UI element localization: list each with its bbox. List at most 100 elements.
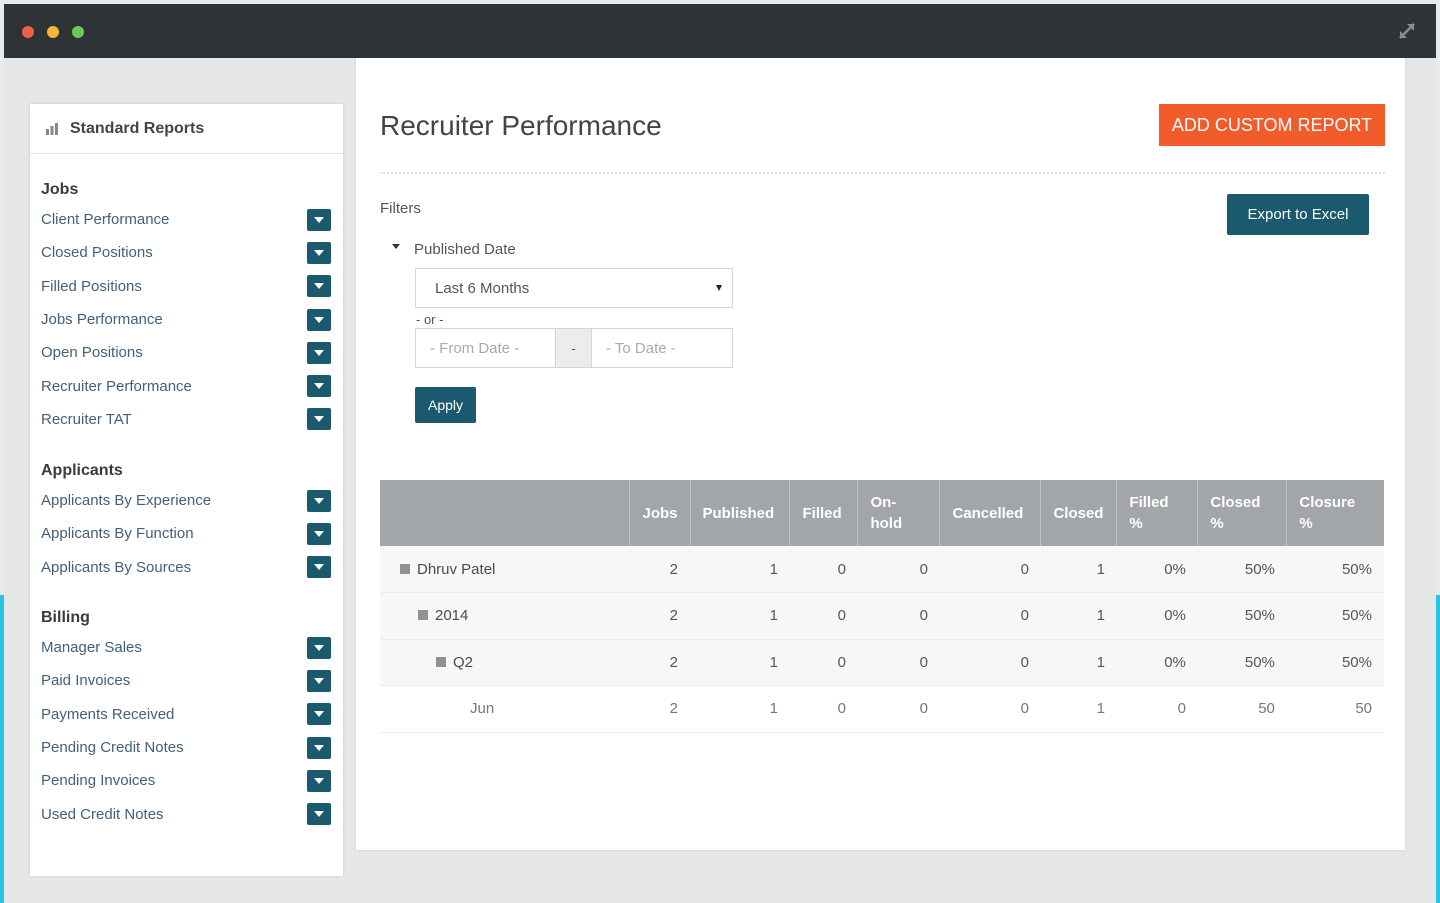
sidebar-item-label[interactable]: Pending Invoices — [41, 772, 155, 789]
table-cell: 1 — [1040, 592, 1117, 640]
table-cell: 1 — [1040, 546, 1117, 593]
header-divider — [380, 172, 1385, 174]
collapse-icon[interactable] — [436, 656, 446, 667]
table-cell: 50 — [1197, 685, 1287, 733]
sidebar-item-label[interactable]: Used Credit Notes — [41, 806, 164, 823]
table-cell: 0 — [857, 639, 940, 686]
expand-report-button[interactable] — [307, 208, 331, 231]
expand-report-button[interactable] — [307, 669, 331, 692]
chevron-down-icon — [314, 416, 324, 423]
expand-report-button[interactable] — [307, 736, 331, 759]
sidebar-item-label[interactable]: Manager Sales — [41, 639, 142, 656]
expand-report-button[interactable] — [307, 241, 331, 264]
report-table: Jobs Published Filled On-hold Cancelled Close… — [380, 480, 1384, 733]
table-cell: 0% — [1116, 592, 1198, 640]
chevron-down-icon — [314, 530, 324, 537]
table-cell: 0 — [857, 592, 940, 640]
sidebar-item-label[interactable]: Jobs Performance — [41, 311, 163, 328]
column-header[interactable]: Closure % — [1286, 480, 1384, 546]
sidebar-item-label[interactable]: Recruiter Performance — [41, 378, 192, 395]
sidebar-item-label[interactable]: Pending Credit Notes — [41, 739, 184, 756]
from-date-field[interactable]: - From Date - — [415, 328, 556, 368]
sidebar-item[interactable]: Applicants By Function — [30, 517, 343, 550]
sidebar-item[interactable]: Open Positions — [30, 336, 343, 369]
row-name-cell[interactable]: Dhruv Patel — [380, 546, 630, 593]
table-cell: 50% — [1197, 592, 1287, 640]
table-cell: 0 — [939, 685, 1041, 733]
expand-report-button[interactable] — [307, 769, 331, 792]
row-name-cell[interactable]: Q2 — [380, 639, 630, 686]
table-cell: 1 — [690, 546, 790, 593]
column-header[interactable]: Jobs — [629, 480, 691, 546]
sidebar-item[interactable]: Applicants By Experience — [30, 484, 343, 517]
sidebar-item-label[interactable]: Payments Received — [41, 706, 174, 723]
column-header[interactable]: Published — [690, 480, 791, 546]
table-cell: 50% — [1197, 546, 1287, 593]
table-cell: 2 — [629, 685, 690, 733]
expand-report-button[interactable] — [307, 408, 331, 431]
sidebar-item[interactable]: Recruiter Performance — [30, 369, 343, 402]
close-window-button[interactable] — [22, 26, 34, 38]
sidebar-item-label[interactable]: Open Positions — [41, 344, 143, 361]
sidebar-item[interactable]: Jobs Performance — [30, 303, 343, 336]
column-header[interactable]: Filled — [789, 480, 859, 546]
sidebar-item-label[interactable]: Applicants By Experience — [41, 492, 211, 509]
expand-report-button[interactable] — [307, 522, 331, 545]
column-header[interactable]: Closed — [1040, 480, 1118, 546]
sidebar-item[interactable]: Payments Received — [30, 698, 343, 731]
column-header[interactable]: Cancelled — [939, 480, 1042, 546]
sidebar-group-title: Applicants — [41, 462, 123, 479]
expand-report-button[interactable] — [307, 803, 331, 826]
column-header[interactable]: Filled % — [1116, 480, 1199, 546]
expand-report-button[interactable] — [307, 703, 331, 726]
sidebar-item[interactable]: Pending Credit Notes — [30, 731, 343, 764]
maximize-window-button[interactable] — [72, 26, 84, 38]
expand-report-button[interactable] — [307, 489, 331, 512]
sidebar-item[interactable]: Pending Invoices — [30, 764, 343, 797]
chevron-down-icon — [314, 316, 324, 323]
standard-reports-sidebar: Standard Reports Jobs Client Performance C… — [30, 104, 343, 876]
collapse-caret-icon[interactable] — [392, 244, 400, 249]
minimize-window-button[interactable] — [47, 26, 59, 38]
export-to-excel-button[interactable]: Export to Excel — [1227, 194, 1369, 235]
period-select[interactable]: Last 6 Months — [415, 268, 733, 308]
expand-report-button[interactable] — [307, 636, 331, 659]
bar-chart-icon — [46, 122, 58, 135]
collapse-icon[interactable] — [418, 610, 428, 621]
sidebar-item[interactable]: Filled Positions — [30, 270, 343, 303]
apply-button[interactable]: Apply — [415, 387, 476, 423]
table-cell: 0 — [789, 639, 858, 686]
sidebar-item-label[interactable]: Applicants By Sources — [41, 559, 191, 576]
published-date-label[interactable]: Published Date — [414, 241, 516, 258]
table-row: Q2 2 1 0 0 0 1 0% 50% 50% — [380, 639, 1384, 686]
sidebar-item[interactable]: Recruiter TAT — [30, 403, 343, 436]
sidebar-item-label[interactable]: Closed Positions — [41, 244, 153, 261]
add-custom-report-button[interactable]: ADD CUSTOM REPORT — [1159, 104, 1385, 146]
sidebar-item[interactable]: Used Credit Notes — [30, 797, 343, 830]
column-header[interactable] — [380, 480, 631, 546]
sidebar-item[interactable]: Closed Positions — [30, 236, 343, 269]
expand-report-button[interactable] — [307, 308, 331, 331]
sidebar-item[interactable]: Applicants By Sources — [30, 551, 343, 584]
column-header[interactable]: Closed % — [1197, 480, 1288, 546]
expand-icon[interactable] — [1396, 20, 1418, 42]
sidebar-item-label[interactable]: Recruiter TAT — [41, 411, 132, 428]
sidebar-item[interactable]: Client Performance — [30, 203, 343, 236]
expand-report-button[interactable] — [307, 556, 331, 579]
column-header[interactable]: On-hold — [857, 480, 941, 546]
sidebar-item-label[interactable]: Filled Positions — [41, 278, 142, 295]
sidebar-item[interactable]: Manager Sales — [30, 631, 343, 664]
to-date-field[interactable]: - To Date - — [591, 328, 733, 368]
expand-report-button[interactable] — [307, 341, 331, 364]
row-name-cell[interactable]: 2014 — [380, 592, 630, 640]
sidebar-item-label[interactable]: Applicants By Function — [41, 525, 194, 542]
chevron-down-icon — [314, 249, 324, 256]
sidebar-item-label[interactable]: Client Performance — [41, 211, 169, 228]
expand-report-button[interactable] — [307, 275, 331, 298]
chevron-down-icon — [314, 216, 324, 223]
collapse-icon[interactable] — [400, 563, 410, 574]
expand-report-button[interactable] — [307, 375, 331, 398]
sidebar-item-label[interactable]: Paid Invoices — [41, 672, 130, 689]
sidebar-item[interactable]: Paid Invoices — [30, 664, 343, 697]
row-name: Dhruv Patel — [417, 560, 496, 578]
